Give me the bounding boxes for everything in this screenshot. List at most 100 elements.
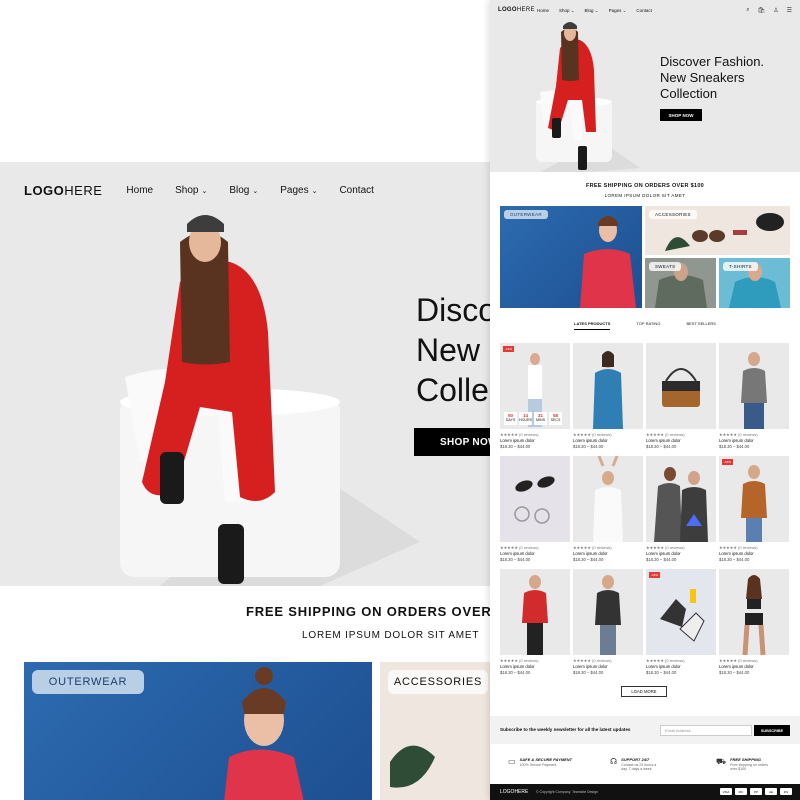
countdown-timer: 50 DAYS 14 HOURS 31 MINS 58 SECS (504, 412, 564, 425)
nav-pages[interactable]: Pages ⌄ (280, 185, 317, 196)
product-name[interactable]: Lorem ipsum dolor (573, 438, 643, 443)
shop-now-button[interactable]: SHOP NOW (414, 428, 490, 456)
tab-latest-products[interactable]: LATES PRODUCTS (574, 321, 611, 330)
product-card[interactable]: ★★★★★ (0 reviews) Lorem ipsum dolor $18.… (500, 456, 570, 562)
rating-stars: ★★★★★ (0 reviews) (719, 545, 758, 550)
product-image[interactable]: -18% (646, 569, 716, 655)
product-image[interactable] (719, 569, 789, 655)
search-icon[interactable]: ⌕ (746, 7, 749, 14)
product-image[interactable] (573, 343, 643, 429)
subscribe-button[interactable]: SUBSCRIBE (754, 725, 790, 736)
hero-headline: Disco New Colle (416, 292, 490, 408)
product-photo (741, 465, 767, 542)
product-card[interactable]: ★★★★★ (0 reviews) Lorem ipsum dolor $18.… (719, 569, 789, 675)
product-card[interactable]: ★★★★★ (0 reviews) Lorem ipsum dolor $18.… (573, 343, 643, 449)
outerwear-photo (580, 216, 636, 308)
category-outerwear[interactable]: OUTERWEAR (500, 206, 642, 308)
product-image[interactable] (573, 569, 643, 655)
newsletter-text: Subscribe to the weekly newsletter for a… (500, 727, 631, 732)
rating-stars: ★★★★★ (0 reviews) (573, 658, 612, 663)
product-name[interactable]: Lorem ipsum dolor (500, 438, 570, 443)
chevron-down-icon: ⌄ (311, 187, 318, 195)
feature-payment: ▭ SAFE & SECURE PAYMENT 100% Secure Payme… (508, 757, 572, 767)
shipping-subline: LOREM IPSUM DOLOR SIT AMET (604, 193, 686, 198)
logo[interactable]: LOGOHERE (498, 7, 535, 13)
product-name[interactable]: Lorem ipsum dolor (646, 551, 716, 556)
nav-home[interactable]: Home (537, 8, 549, 14)
product-name[interactable]: Lorem ipsum dolor (719, 551, 789, 556)
product-photo (522, 575, 548, 655)
product-image[interactable] (646, 456, 716, 542)
product-name[interactable]: Lorem ipsum dolor (646, 664, 716, 669)
nav-contact[interactable]: Contact (339, 185, 373, 196)
product-name[interactable]: Lorem ipsum dolor (500, 664, 570, 669)
footer-logo[interactable]: LOGOHERE (500, 789, 528, 795)
nav-blog[interactable]: Blog ⌄ (229, 185, 258, 196)
category-sweats[interactable]: SWEATS (645, 258, 716, 308)
product-image[interactable] (646, 343, 716, 429)
headset-icon: ☊ (610, 757, 618, 766)
product-image[interactable] (500, 569, 570, 655)
product-image[interactable] (500, 456, 570, 542)
product-card[interactable]: ★★★★★ (0 reviews) Lorem ipsum dolor $18.… (719, 343, 789, 449)
category-accessories[interactable]: ACCESSORIES (380, 662, 490, 800)
feature-support: ☊ SUPPORT 24/7 Contact us 24 hours a day,… (610, 757, 661, 771)
product-name[interactable]: Lorem ipsum dolor (719, 438, 789, 443)
product-name[interactable]: Lorem ipsum dolor (719, 664, 789, 669)
shop-now-button[interactable]: SHOP NOW (660, 109, 702, 121)
product-name[interactable]: Lorem ipsum dolor (573, 551, 643, 556)
main-nav: LOGOHERE Home Shop ⌄ Blog ⌄ Pages ⌄ Cont… (490, 0, 800, 22)
category-badge: T-SHIRTS (723, 262, 758, 271)
newsletter-bar: Subscribe to the weekly newsletter for a… (490, 716, 800, 744)
tab-best-sellers[interactable]: BEST SELLERS (686, 321, 716, 330)
visa-icon: VISA (720, 788, 732, 795)
feature-title: SUPPORT 24/7 (621, 757, 650, 762)
features-bar: ▭ SAFE & SECURE PAYMENT 100% Secure Payme… (490, 752, 800, 780)
product-card[interactable]: ★★★★★ (0 reviews) Lorem ipsum dolor $18.… (573, 456, 643, 562)
menu-icon[interactable]: ☰ (787, 7, 792, 14)
shipping-subline: LOREM IPSUM DOLOR SIT AMET (302, 630, 480, 641)
nav-home[interactable]: Home (126, 185, 153, 196)
nav-blog[interactable]: Blog ⌄ (585, 8, 599, 14)
shipping-banner: FREE SHIPPING ON ORDERS OVER & (246, 604, 490, 619)
product-price: $18.30 – $44.00 (500, 670, 531, 675)
category-outerwear[interactable]: OUTERWEAR (24, 662, 372, 800)
product-price: $18.30 – $44.00 (719, 444, 750, 449)
product-image[interactable] (573, 456, 643, 542)
nav-shop[interactable]: Shop ⌄ (175, 185, 207, 196)
product-card[interactable]: -18% 50 DAYS 14 HOURS 31 MINS 58 SECS ★★★★★ … (500, 343, 570, 449)
product-card[interactable]: ★★★★★ (0 reviews) Lorem ipsum dolor $18.… (646, 343, 716, 449)
product-price: $18.30 – $44.00 (646, 444, 677, 449)
load-more-button[interactable]: LOAD MORE (621, 686, 667, 697)
product-card[interactable]: ★★★★★ (0 reviews) Lorem ipsum dolor $18.… (573, 569, 643, 675)
feature-subtitle: 100% Secure Payment (519, 763, 557, 767)
countdown-secs: 58 SECS (549, 412, 562, 425)
product-name[interactable]: Lorem ipsum dolor (573, 664, 643, 669)
product-name[interactable]: Lorem ipsum dolor (500, 551, 570, 556)
category-tshirts[interactable]: T-SHIRTS (719, 258, 790, 308)
user-icon[interactable]: ♙ (773, 7, 778, 14)
bag-icon[interactable]: 🛍 (758, 7, 766, 14)
product-name[interactable]: Lorem ipsum dolor (646, 438, 716, 443)
nav-pages[interactable]: Pages ⌄ (609, 8, 627, 14)
nav-contact[interactable]: Contact (636, 8, 652, 14)
product-photo (593, 456, 623, 542)
product-card[interactable]: -18% ★★★★★ (0 reviews) Lorem ipsum dolor… (719, 456, 789, 562)
chevron-down-icon: ⌄ (252, 187, 259, 195)
product-price: $18.30 – $44.00 (573, 444, 604, 449)
email-field[interactable]: Email Address (660, 725, 752, 736)
product-price: $18.30 – $44.00 (500, 444, 531, 449)
product-card[interactable]: ★★★★★ (0 reviews) Lorem ipsum dolor $18.… (500, 569, 570, 675)
category-accessories[interactable]: ACCESSORIES (645, 206, 790, 255)
tab-top-rating[interactable]: TOP RATING (636, 321, 660, 330)
nav-shop[interactable]: Shop ⌄ (559, 8, 575, 14)
rating-stars: ★★★★★ (0 reviews) (719, 432, 758, 437)
logo[interactable]: LOGOHERE (24, 183, 102, 198)
showcase: LOGOHERE Home Shop ⌄ Blog ⌄ Pages ⌄ Contact… (0, 0, 800, 800)
product-image[interactable]: -18% (719, 456, 789, 542)
product-price: $18.30 – $44.00 (573, 670, 604, 675)
product-card[interactable]: ★★★★★ (0 reviews) Lorem ipsum dolor $18.… (646, 456, 716, 562)
product-image[interactable]: -18% 50 DAYS 14 HOURS 31 MINS 58 SECS (500, 343, 570, 429)
product-card[interactable]: -18% ★★★★★ (0 reviews) Lorem ipsum dolor… (646, 569, 716, 675)
product-image[interactable] (719, 343, 789, 429)
